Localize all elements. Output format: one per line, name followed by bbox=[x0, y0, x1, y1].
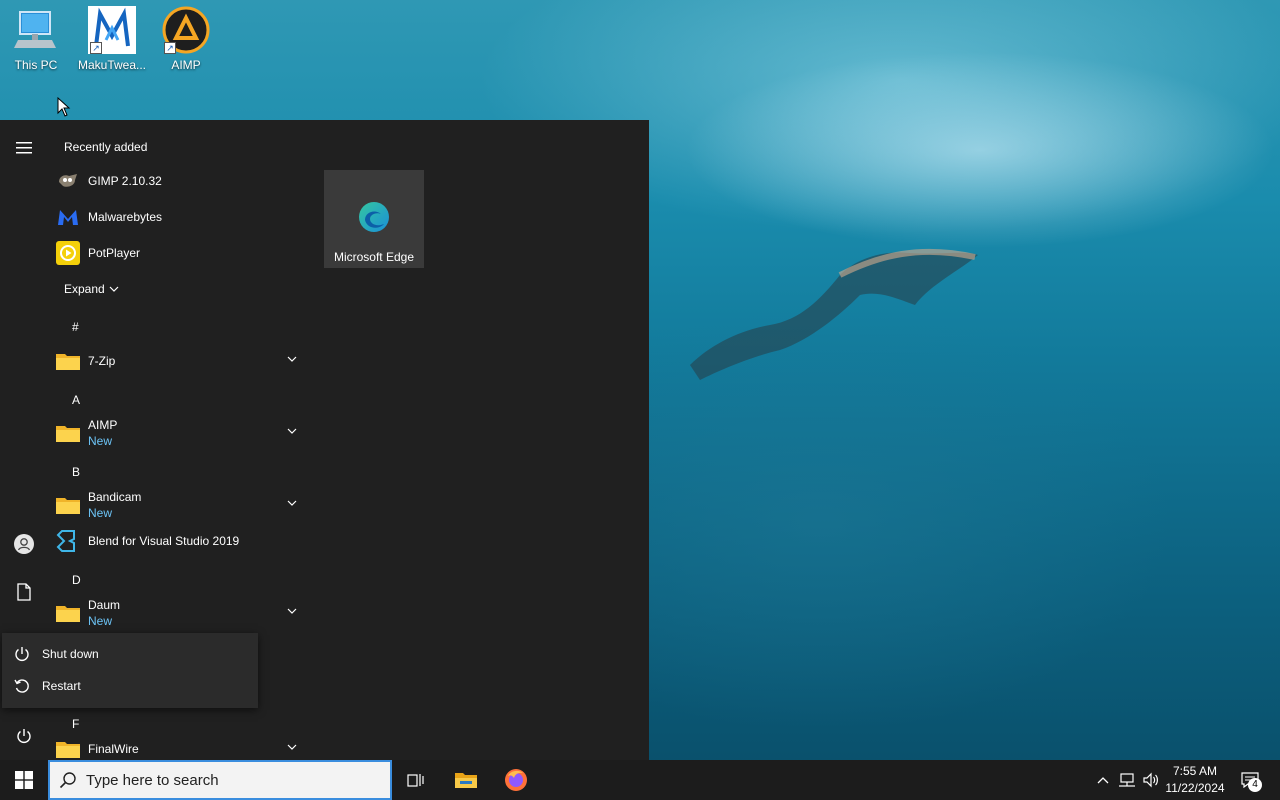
network-icon bbox=[1119, 773, 1135, 787]
clock-date: 11/22/2024 bbox=[1165, 781, 1225, 795]
blend-icon bbox=[56, 529, 80, 553]
chevron-down-icon[interactable] bbox=[286, 497, 298, 509]
app-item-potplayer[interactable]: PotPlayer bbox=[56, 235, 306, 271]
new-badge: New bbox=[88, 506, 113, 520]
task-view-button[interactable] bbox=[392, 760, 440, 800]
group-letter-b[interactable]: B bbox=[72, 465, 80, 479]
mouse-cursor-icon bbox=[57, 97, 71, 117]
power-icon bbox=[15, 647, 29, 661]
app-name: FinalWire bbox=[88, 742, 139, 756]
group-letter-f[interactable]: F bbox=[72, 717, 79, 731]
desktop-icon-makutweaker[interactable]: ↗ MakuTwea... bbox=[76, 6, 148, 72]
documents-button[interactable] bbox=[0, 572, 48, 612]
app-item-blend-vs2019[interactable]: Blend for Visual Studio 2019 bbox=[56, 523, 306, 559]
hamburger-menu-button[interactable] bbox=[0, 128, 48, 168]
folder-icon bbox=[56, 421, 80, 445]
chevron-down-icon[interactable] bbox=[286, 353, 298, 365]
recently-added-header: Recently added bbox=[64, 140, 148, 154]
clock-time: 7:55 AM bbox=[1172, 764, 1218, 778]
expand-button[interactable]: Expand bbox=[64, 282, 119, 296]
user-avatar-icon bbox=[14, 534, 34, 554]
potplayer-icon bbox=[56, 241, 80, 265]
gimp-icon bbox=[56, 169, 80, 193]
restart-label: Restart bbox=[42, 679, 81, 693]
firefox-icon bbox=[505, 769, 527, 791]
hamburger-icon bbox=[16, 142, 32, 154]
app-item-aimp[interactable]: AIMP New bbox=[56, 415, 306, 451]
new-badge: New bbox=[88, 614, 113, 628]
file-explorer-icon bbox=[455, 773, 477, 788]
new-badge: New bbox=[88, 434, 113, 448]
desktop-icon-this-pc[interactable]: This PC bbox=[0, 6, 72, 72]
windows-logo-icon bbox=[15, 771, 33, 789]
document-icon bbox=[17, 583, 31, 601]
computer-icon bbox=[12, 6, 60, 54]
app-item-gimp[interactable]: GIMP 2.10.32 bbox=[56, 163, 306, 199]
app-name: GIMP 2.10.32 bbox=[88, 174, 162, 188]
folder-icon bbox=[56, 493, 80, 517]
taskbar-clock[interactable]: 7:55 AM 11/22/2024 bbox=[1160, 763, 1230, 797]
app-name: Malwarebytes bbox=[88, 210, 163, 224]
app-name: Blend for Visual Studio 2019 bbox=[88, 534, 240, 548]
app-name: Daum bbox=[88, 598, 121, 612]
file-explorer-button[interactable] bbox=[442, 760, 490, 800]
notification-count-badge: 4 bbox=[1248, 778, 1262, 792]
app-item-daum[interactable]: Daum New bbox=[56, 595, 306, 631]
app-item-malwarebytes[interactable]: Malwarebytes bbox=[56, 199, 306, 235]
app-name: 7-Zip bbox=[88, 354, 116, 368]
search-icon bbox=[59, 772, 76, 789]
power-button[interactable] bbox=[0, 716, 48, 756]
app-name: AIMP bbox=[88, 418, 118, 432]
shortcut-arrow-icon: ↗ bbox=[90, 42, 102, 54]
app-name: Bandicam bbox=[88, 490, 142, 504]
chevron-down-icon[interactable] bbox=[286, 425, 298, 437]
app-item-7zip[interactable]: 7-Zip bbox=[56, 343, 306, 379]
restart-menu-item[interactable]: Restart bbox=[2, 670, 258, 702]
power-options-menu: Shut down Restart bbox=[2, 633, 258, 708]
desktop-icon-aimp[interactable]: ↗ AIMP bbox=[150, 6, 222, 72]
chevron-down-icon[interactable] bbox=[286, 741, 298, 753]
start-button[interactable] bbox=[0, 760, 48, 800]
malwarebytes-icon bbox=[56, 205, 80, 229]
firefox-button[interactable] bbox=[492, 760, 540, 800]
expand-label: Expand bbox=[64, 282, 105, 296]
search-input[interactable] bbox=[86, 771, 376, 789]
desktop-icon-label: MakuTwea... bbox=[77, 58, 147, 72]
chevron-down-icon bbox=[109, 286, 119, 292]
user-account-button[interactable] bbox=[0, 524, 48, 564]
task-view-icon bbox=[407, 774, 424, 787]
group-letter-d[interactable]: D bbox=[72, 573, 81, 587]
shut-down-label: Shut down bbox=[42, 647, 99, 661]
desktop-icon-label: This PC bbox=[14, 58, 58, 72]
folder-icon bbox=[56, 601, 80, 625]
app-name: PotPlayer bbox=[88, 246, 141, 260]
start-menu: Recently added GIMP 2.10.32 Malwarebytes bbox=[0, 120, 649, 760]
restart-icon bbox=[14, 679, 29, 693]
tile-label: Microsoft Edge bbox=[333, 250, 415, 264]
taskbar-search-box[interactable] bbox=[48, 760, 392, 800]
chevron-up-icon bbox=[1097, 777, 1109, 784]
desktop-icon-label: AIMP bbox=[171, 58, 201, 72]
volume-button[interactable] bbox=[1140, 760, 1162, 800]
show-hidden-icons-button[interactable] bbox=[1094, 760, 1112, 800]
network-button[interactable] bbox=[1116, 760, 1138, 800]
taskbar: 7:55 AM 11/22/2024 4 bbox=[0, 760, 1280, 800]
folder-icon bbox=[56, 737, 80, 761]
volume-icon bbox=[1143, 772, 1158, 788]
chevron-down-icon[interactable] bbox=[286, 605, 298, 617]
shut-down-menu-item[interactable]: Shut down bbox=[2, 638, 258, 670]
group-letter-a[interactable]: A bbox=[72, 393, 80, 407]
power-icon bbox=[17, 729, 31, 743]
aimp-icon: ↗ bbox=[162, 6, 210, 54]
app-item-bandicam[interactable]: Bandicam New bbox=[56, 487, 306, 523]
diver-illustration bbox=[690, 248, 978, 380]
tile-microsoft-edge[interactable]: Microsoft Edge bbox=[324, 170, 424, 268]
shortcut-arrow-icon: ↗ bbox=[164, 42, 176, 54]
folder-icon bbox=[56, 349, 80, 373]
edge-icon bbox=[359, 202, 389, 232]
makutweaker-icon: ↗ bbox=[88, 6, 136, 54]
group-letter-hash[interactable]: # bbox=[72, 320, 79, 334]
